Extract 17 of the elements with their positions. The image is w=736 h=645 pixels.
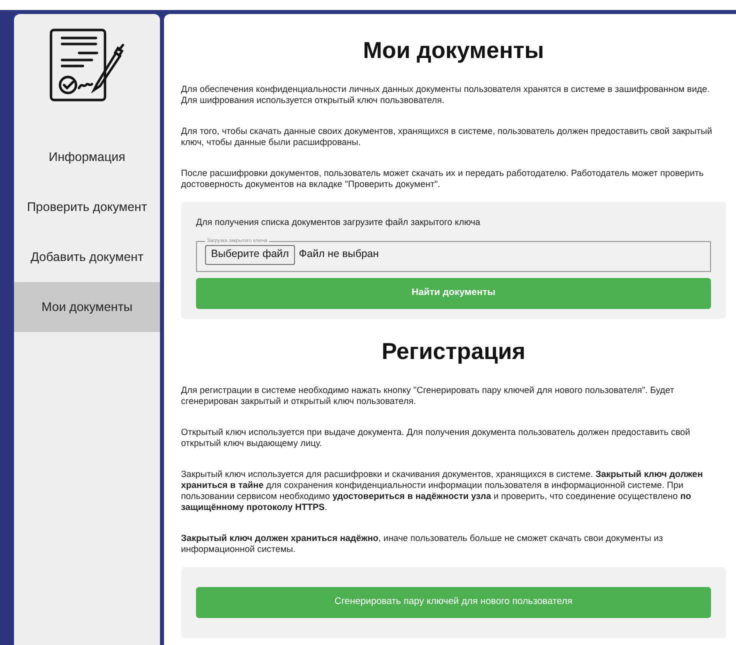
file-button[interactable]: Выберите файл xyxy=(205,245,295,265)
section-title: Регистрация xyxy=(380,336,526,365)
signed-document-icon xyxy=(49,28,125,102)
paragraph: Закрытый ключ используется для расшифровки и скачивания документов, хранящихся в системе. Закрытый ключ должен храниться в тайне для сохранения конфиденциальности информации пользователя в информационной системе. При пользовании сервисом необходимо удостовериться в надёжности узла и проверить, что соединение осуществлено по защищённому протоколу HTTPS. xyxy=(181,468,704,513)
sidebar-item[interactable]: Проверить документ xyxy=(14,182,160,232)
sidebar-item[interactable]: Добавить документ xyxy=(14,232,160,282)
paragraph: После расшифровки документов, пользователь может скачать их и передать работодателю. Работодатель может проверить достоверность документов на вкладке "Проверить документ". xyxy=(181,168,705,190)
paragraph: Закрытый ключ должен храниться надёжно, иначе пользователь больше не сможет скачать свои документы из информационной системы. xyxy=(181,532,664,555)
paragraph: Для регистрации в системе необходимо нажать кнопку "Сгенерировать пару ключей для нового пользователя". Будет сгенерирован закрытый и открытый ключ пользователя. xyxy=(181,384,676,407)
file-status: Файл не выбран xyxy=(298,247,379,262)
upload-prompt: Для получения списка документов загрузите файл закрытого ключа xyxy=(196,216,482,229)
paragraph: Для того, чтобы скачать данные своих документов, хранящихся в системе, пользователь должен предоставить свой закрытый ключ, чтобы данные были расшифрованы. xyxy=(181,126,714,148)
paragraph: Открытый ключ используется при выдаче документа. Для получения документа пользователь должен предоставить свой открытый ключ выдающему лицу. xyxy=(181,426,692,449)
sidebar-item[interactable]: Информация xyxy=(14,132,160,182)
section-title: Мои документы xyxy=(362,36,545,64)
sidebar-item[interactable]: Мои документы xyxy=(14,282,160,332)
paragraph: Для обеспечения конфиденциальности личных данных документы пользователя хранятся в системе в зашифрованном виде. Для шифрования используется открытый ключ пользвователя. xyxy=(181,84,711,106)
